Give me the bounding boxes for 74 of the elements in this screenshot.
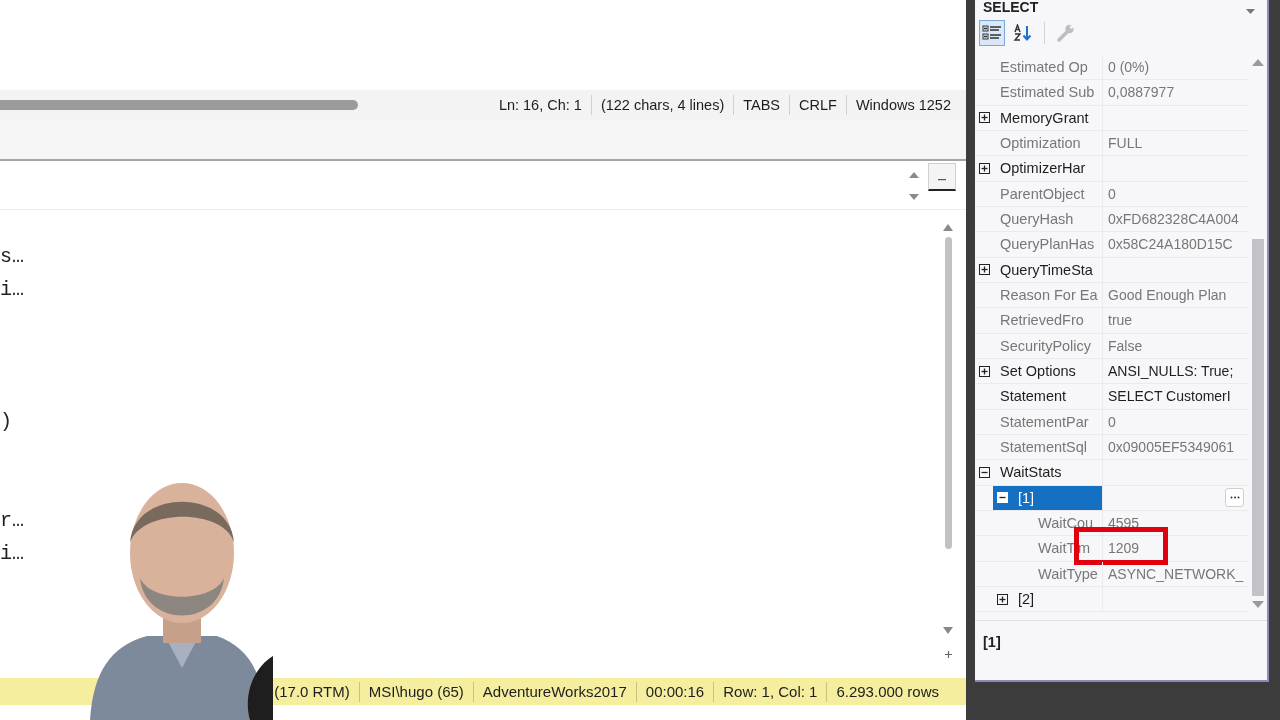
code-line: r… — [0, 508, 25, 534]
dropdown-caret-icon[interactable] — [1246, 9, 1255, 14]
status-text: Windows 1252 — [854, 97, 952, 113]
property-name[interactable]: Set Options — [1000, 363, 1076, 380]
scroll-down-icon[interactable] — [943, 627, 953, 634]
ellipsis-icon[interactable] — [1229, 496, 1240, 500]
scroll-down-icon[interactable] — [908, 193, 920, 201]
property-value: 0 — [1108, 413, 1116, 430]
property-name[interactable]: Reason For Ea — [1000, 287, 1098, 304]
property-value: ANSI_NULLS: True; — [1108, 363, 1234, 380]
property-name[interactable]: QueryHash — [1000, 211, 1074, 228]
expand-icon[interactable] — [997, 593, 1008, 605]
property-value: 0,0887977 — [1108, 84, 1175, 101]
property-name[interactable]: OptimizerHar — [1000, 160, 1086, 177]
status-text: (17.0 RTM) — [273, 683, 351, 700]
scrollbar-thumb[interactable] — [0, 100, 358, 110]
object-title: SELECT — [983, 0, 1039, 14]
property-name[interactable]: [1] — [1018, 489, 1035, 506]
property-value: 1209 — [1108, 540, 1140, 557]
status-text: AdventureWorks2017 — [481, 683, 628, 700]
expand-icon[interactable] — [979, 365, 990, 377]
scrollbar-thumb[interactable] — [944, 237, 952, 549]
property-value: 0 (0%) — [1108, 59, 1150, 76]
property-name[interactable]: Statement — [1000, 388, 1067, 405]
description-title: [1] — [983, 634, 1001, 651]
property-name[interactable]: QueryPlanHas — [1000, 236, 1095, 253]
scrollbar-thumb[interactable] — [1252, 239, 1264, 596]
property-name[interactable]: QueryTimeSta — [1000, 261, 1093, 278]
property-value: 0x09005EF5349061 — [1108, 439, 1235, 456]
property-value: SELECT CustomerI — [1108, 388, 1231, 405]
property-name[interactable]: SecurityPolicy — [1000, 337, 1092, 354]
status-text: 6.293.000 rows — [835, 683, 940, 700]
scroll-up-icon[interactable] — [1252, 59, 1264, 66]
expand-icon[interactable] — [979, 264, 990, 276]
expand-icon[interactable] — [979, 112, 990, 124]
property-value: 0xFD682328C4A004 — [1108, 211, 1239, 228]
status-text: 00:00:16 — [644, 683, 706, 700]
status-text: Row: 1, Col: 1 — [722, 683, 819, 700]
property-name[interactable]: StatementPar — [1000, 413, 1089, 430]
scroll-up-icon[interactable] — [908, 171, 920, 179]
minimize-button[interactable] — [928, 163, 956, 191]
scroll-up-icon[interactable] — [943, 224, 953, 231]
property-name[interactable]: Optimization — [1000, 135, 1081, 152]
property-value: Good Enough Plan — [1108, 287, 1227, 304]
scroll-down-icon[interactable] — [1252, 601, 1264, 608]
code-line: ) — [0, 409, 13, 435]
minimize-icon[interactable] — [938, 177, 946, 181]
status-text: TABS — [742, 97, 781, 113]
property-name[interactable]: WaitStats — [1000, 464, 1062, 481]
plus-icon[interactable] — [943, 650, 953, 659]
property-value: true — [1108, 312, 1133, 329]
property-value: ASYNC_NETWORK_ — [1108, 565, 1244, 582]
property-name[interactable]: ParentObject — [1000, 185, 1085, 202]
property-name[interactable]: WaitType — [1038, 565, 1098, 582]
property-value: 0 — [1108, 185, 1116, 202]
status-text: CRLF — [798, 97, 838, 113]
code-line: i… — [0, 541, 25, 567]
status-text: (122 chars, 4 lines) — [599, 97, 726, 113]
property-value: FULL — [1108, 135, 1143, 152]
code-line: s… — [0, 244, 25, 270]
property-name[interactable]: StatementSql — [1000, 439, 1088, 456]
status-text: MSI\hugo (65) — [367, 683, 465, 700]
expand-icon[interactable] — [979, 162, 990, 174]
property-name[interactable]: Estimated Op — [1000, 59, 1088, 76]
property-value: False — [1108, 337, 1143, 354]
property-name[interactable]: MemoryGrant — [1000, 109, 1089, 126]
property-name[interactable]: RetrievedFro — [1000, 312, 1084, 329]
status-text: Ln: 16, Ch: 1 — [497, 97, 583, 113]
property-name[interactable]: Estimated Sub — [1000, 84, 1095, 101]
code-line: i… — [0, 277, 25, 303]
property-name[interactable]: WaitCou — [1038, 515, 1094, 532]
property-name[interactable]: [2] — [1018, 591, 1035, 608]
collapse-icon[interactable] — [979, 466, 990, 478]
property-value: 0x58C24A180D15C — [1108, 236, 1233, 253]
